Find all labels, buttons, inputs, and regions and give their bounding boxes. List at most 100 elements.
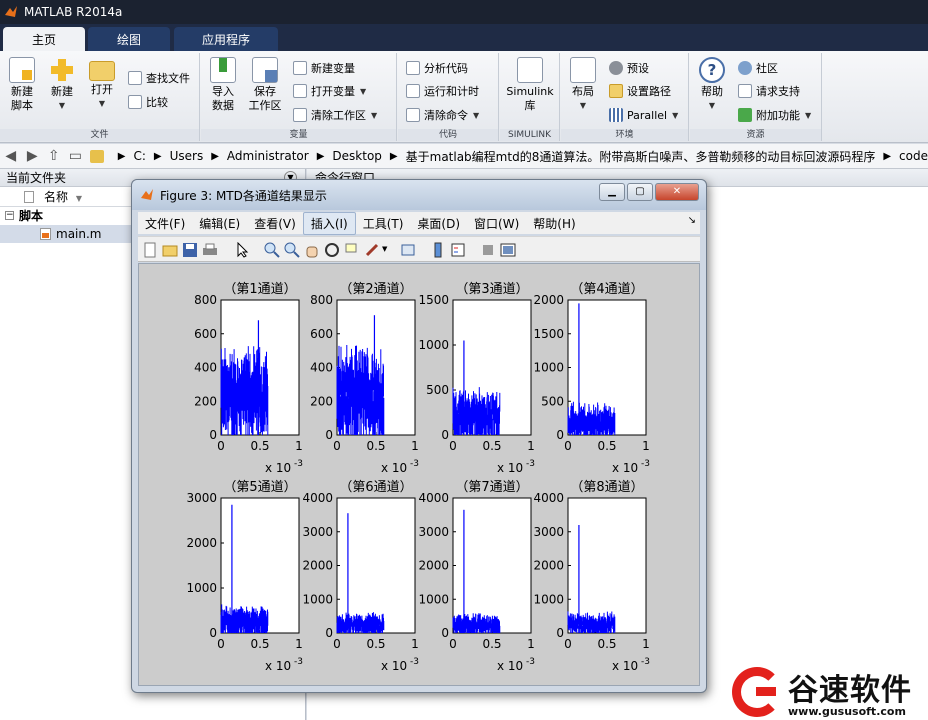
analyze-code-button[interactable]: 分析代码 xyxy=(406,59,468,77)
rotate-3d-icon[interactable] xyxy=(324,242,340,258)
compare-button[interactable]: 比较 xyxy=(128,93,168,111)
pan-hand-icon[interactable] xyxy=(304,242,320,258)
zoom-in-icon[interactable] xyxy=(264,242,280,258)
chevron-down-icon[interactable]: ▼ xyxy=(672,111,678,120)
y-tick-label: 500 xyxy=(541,394,564,408)
figure-window[interactable]: Figure 3: MTD各通道结果显示 ▁ ▢ ✕ 文件(F) 编辑(E) 查… xyxy=(131,179,707,693)
close-icon[interactable]: ✕ xyxy=(655,183,699,201)
legend-icon[interactable] xyxy=(450,242,466,258)
data-cursor-icon[interactable] xyxy=(344,242,360,258)
x-tick-label: 0.5 xyxy=(250,637,269,651)
brush-icon[interactable] xyxy=(364,242,380,258)
print-icon[interactable] xyxy=(202,242,218,258)
forward-arrow-icon[interactable]: ▶ xyxy=(22,148,44,164)
new-variable-button[interactable]: 新建变量 xyxy=(293,59,355,77)
addons-button[interactable]: 附加功能 ▼ xyxy=(738,106,811,124)
open-variable-button[interactable]: 打开变量 ▼ xyxy=(293,82,366,100)
compare-icon xyxy=(128,95,142,109)
menu-window[interactable]: 窗口(W) xyxy=(467,213,526,234)
save-icon[interactable] xyxy=(182,242,198,258)
hide-plot-tools-icon[interactable] xyxy=(480,242,496,258)
layout-button[interactable]: 布局 ▼ xyxy=(563,57,603,113)
import-data-icon xyxy=(210,57,236,83)
maximize-icon[interactable]: ▢ xyxy=(627,183,653,201)
import-data-button[interactable]: 导入 数据 xyxy=(203,57,243,113)
request-support-button[interactable]: 请求支持 xyxy=(738,82,800,100)
tab-home[interactable]: 主页 xyxy=(3,27,85,51)
clear-workspace-button[interactable]: 清除工作区 ▼ xyxy=(293,106,377,124)
chevron-down-icon[interactable]: ▼ xyxy=(805,111,811,120)
tab-apps[interactable]: 应用程序 xyxy=(174,27,278,51)
x-tick-label: 0.5 xyxy=(366,637,385,651)
figure-canvas[interactable]: （第1通道） 0 200 400 600 800 0 0.5 1 x 10 -3 （第2通道） 0 200… xyxy=(138,263,700,686)
path-segment[interactable]: Users xyxy=(170,149,204,163)
x-tick-label: 0.5 xyxy=(366,439,385,453)
dock-arrow-icon[interactable]: ↘ xyxy=(688,215,696,226)
menu-help[interactable]: 帮助(H) xyxy=(526,213,582,234)
run-and-time-button[interactable]: 运行和计时 xyxy=(406,82,479,100)
chevron-down-icon[interactable]: ▼ xyxy=(360,87,366,96)
menu-desktop[interactable]: 桌面(D) xyxy=(410,213,467,234)
x-tick-label: 1 xyxy=(527,439,535,453)
find-files-button[interactable]: 查找文件 xyxy=(128,69,190,87)
parallel-icon xyxy=(609,108,623,122)
x-exponent-power: -3 xyxy=(294,459,303,469)
browse-folder-icon[interactable]: ▭ xyxy=(65,148,87,164)
x-exponent-power: -3 xyxy=(526,459,535,469)
menu-file[interactable]: 文件(F) xyxy=(138,213,192,234)
path-segment[interactable]: code xyxy=(899,149,928,163)
x-tick-label: 0 xyxy=(449,439,457,453)
y-tick-label: 1000 xyxy=(418,592,449,606)
y-tick-label: 4000 xyxy=(302,491,333,505)
chevron-down-icon[interactable]: ▼ xyxy=(382,245,387,253)
menu-view[interactable]: 查看(V) xyxy=(247,213,303,234)
path-bar: ◀ ▶ ⇧ ▭ ▶ C: ▶ Users ▶ Administrator ▶ D… xyxy=(0,144,928,169)
y-tick-label: 500 xyxy=(426,383,449,397)
menu-insert[interactable]: 插入(I) xyxy=(302,211,356,235)
simulink-library-button[interactable]: Simulink 库 xyxy=(502,57,558,113)
link-plot-icon[interactable] xyxy=(400,242,416,258)
parallel-button[interactable]: Parallel ▼ xyxy=(609,106,678,124)
request-support-icon xyxy=(738,84,752,98)
minimize-icon[interactable]: ▁ xyxy=(599,183,625,201)
open-button[interactable]: 打开 ▼ xyxy=(82,57,122,111)
new-script-button[interactable]: 新建 脚本 xyxy=(2,57,42,113)
community-button[interactable]: 社区 xyxy=(738,59,778,77)
addons-icon xyxy=(738,108,752,122)
menu-tools[interactable]: 工具(T) xyxy=(356,213,411,234)
find-files-icon xyxy=(128,71,142,85)
x-tick-label: 0 xyxy=(217,637,225,651)
collapse-icon[interactable]: − xyxy=(5,211,14,220)
up-folder-icon[interactable]: ⇧ xyxy=(43,148,65,164)
help-button[interactable]: ? 帮助 ▼ xyxy=(692,57,732,113)
chevron-down-icon[interactable]: ▼ xyxy=(473,111,479,120)
pointer-icon[interactable] xyxy=(234,242,250,258)
show-plot-tools-icon[interactable] xyxy=(500,242,516,258)
open-file-icon[interactable] xyxy=(162,242,178,258)
set-path-button[interactable]: 设置路径 xyxy=(609,82,671,100)
back-arrow-icon[interactable]: ◀ xyxy=(0,148,22,164)
folder-name: 脚本 xyxy=(19,209,44,223)
path-segment[interactable]: Administrator xyxy=(227,149,309,163)
tab-plots[interactable]: 绘图 xyxy=(88,27,170,51)
colorbar-icon[interactable] xyxy=(430,242,446,258)
y-tick-label: 0 xyxy=(325,626,333,640)
help-icon: ? xyxy=(699,57,725,83)
clear-commands-button[interactable]: 清除命令 ▼ xyxy=(406,106,479,124)
path-segment[interactable]: 基于matlab编程mtd的8通道算法。附带高斯白噪声、多普勒频移的动目标回波源… xyxy=(406,148,876,165)
x-exponent-label: x 10 xyxy=(381,461,407,475)
path-segment[interactable]: C: xyxy=(133,149,145,163)
preferences-button[interactable]: 预设 xyxy=(609,59,649,77)
subplot-title: （第5通道） xyxy=(223,480,296,495)
chevron-down-icon[interactable]: ▼ xyxy=(371,111,377,120)
figure-menu-bar: 文件(F) 编辑(E) 查看(V) 插入(I) 工具(T) 桌面(D) 窗口(W… xyxy=(138,211,700,235)
zoom-out-icon[interactable] xyxy=(284,242,300,258)
save-workspace-button[interactable]: 保存 工作区 xyxy=(245,57,285,113)
figure-title-bar[interactable]: Figure 3: MTD各通道结果显示 ▁ ▢ ✕ xyxy=(132,180,706,210)
axes-box xyxy=(452,497,532,634)
path-segment[interactable]: Desktop xyxy=(332,149,382,163)
file-name: main.m xyxy=(56,227,102,241)
menu-edit[interactable]: 编辑(E) xyxy=(192,213,247,234)
new-figure-icon[interactable] xyxy=(142,242,158,258)
new-button[interactable]: 新建 ▼ xyxy=(42,57,82,113)
